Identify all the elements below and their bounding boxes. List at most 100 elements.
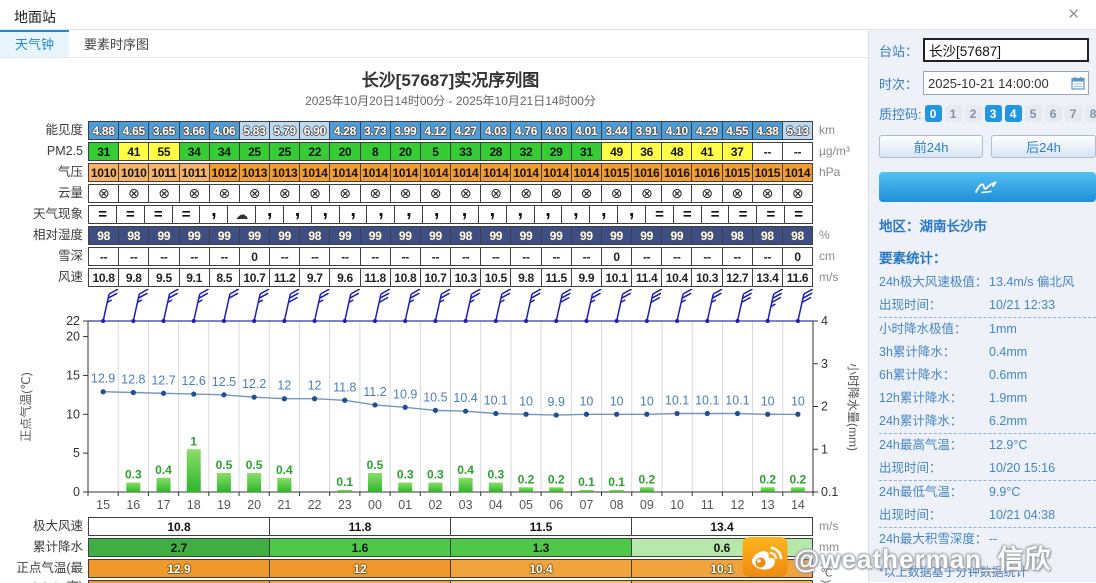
table-row-cloud: 云量 ⊗ ⊗ ⊗ ⊗ ⊗ ⊗ ⊗ ⊗ ⊗ ⊗ ⊗ ⊗ ⊗ ⊗ ⊗ ⊗ ⊗ ⊗ ⊗ ⊗ ⊗ ⊗ ⊗ ⊗	[2, 184, 868, 203]
temp-label: 12.7	[151, 373, 175, 387]
qc-code-button-2[interactable]: 2	[964, 105, 982, 122]
stat-value: 13.4m/s 偏北风	[989, 275, 1075, 289]
stat-value: 1mm	[989, 322, 1017, 336]
table-cell-humidity: 98	[781, 226, 814, 245]
table-cell-snow: --	[721, 247, 753, 266]
qc-code-button-1[interactable]: 1	[944, 105, 962, 122]
stat-row: 3h累计降水： 0.4mm	[879, 341, 1096, 364]
table-cell-humidity: 98	[721, 226, 753, 245]
temp-point	[130, 389, 136, 396]
row-unit	[813, 184, 865, 203]
table-cell-pressure: 1014	[781, 163, 814, 182]
table-cell-snow: --	[359, 247, 391, 266]
temp-label: 12.9	[91, 372, 115, 386]
stat-value: 10/20 15:16	[989, 461, 1056, 475]
table-cell-cloud: ⊗	[600, 184, 633, 203]
table-cell-cloud: ⊗	[540, 184, 572, 203]
precip-bar	[458, 477, 473, 492]
table-cell-wind: 9.7	[299, 268, 331, 287]
qc-code-button-5[interactable]: 5	[1024, 105, 1042, 122]
table-cell-visibility: 4.01	[570, 121, 602, 140]
table-cell-weather: ,	[255, 205, 284, 224]
table-cell-weather: ,	[338, 205, 368, 224]
qc-code-button-7[interactable]: 7	[1064, 105, 1082, 122]
table-cell-pm25: 33	[450, 142, 482, 161]
stat-value: 10/21 04:38	[989, 508, 1056, 522]
table-cell-snow: --	[510, 247, 542, 266]
table-cell-weather: ,	[477, 205, 507, 224]
table-cell-cloud: ⊗	[419, 184, 452, 203]
table-cell-cloud: ⊗	[118, 184, 150, 203]
temp-point	[402, 404, 408, 410]
temp-label: 10	[761, 394, 775, 408]
svg-text:21: 21	[277, 498, 291, 512]
table-cell-wind: 11.4	[631, 268, 663, 287]
table-cell-wind: 9.8	[118, 268, 150, 287]
temp-label: 10.1	[725, 393, 749, 407]
precip-label: 0.1	[578, 475, 595, 489]
app: { "window": { "title": "地面站" }, "tabs": …	[0, 0, 1096, 583]
region-text: 地区：湖南长沙市	[879, 219, 987, 234]
table-cell-pressure: 1016	[661, 163, 693, 182]
table-cell-snow: --	[450, 247, 482, 266]
table-cell-snow: --	[269, 247, 301, 266]
summary-cell: 10.1	[631, 559, 813, 578]
summary-row-label: 累计降水	[32, 540, 83, 554]
plot-button[interactable]	[879, 172, 1096, 202]
tab-weather-clock[interactable]: 天气钟	[0, 30, 70, 57]
stat-label: 6h累计降水：	[879, 368, 956, 382]
qc-code-button-4[interactable]: 4	[1004, 105, 1022, 122]
summary-temp-unit: (℃)	[820, 563, 832, 583]
prev-24h-button[interactable]: 前24h	[879, 135, 984, 158]
table-cell-weather: ,	[282, 205, 312, 224]
close-icon[interactable]: ✕	[1067, 5, 1080, 23]
svg-text:20: 20	[247, 498, 261, 512]
qc-code-button-8[interactable]: 8	[1084, 105, 1096, 122]
table-cell-wind: 10.5	[480, 268, 512, 287]
stats-footnote: *以上数据基于分钟数据统计	[879, 565, 1028, 579]
svg-text:15: 15	[66, 368, 80, 382]
precip-label: 0.3	[487, 468, 504, 482]
temp-point	[251, 394, 257, 400]
temp-point	[644, 411, 650, 417]
temp-label: 10.1	[695, 393, 719, 407]
row-unit	[813, 205, 865, 224]
table-cell-weather: ,	[617, 205, 646, 224]
row-unit: km	[819, 123, 835, 137]
table-cell-snow: --	[329, 247, 361, 266]
table-cell-wind: 10.8	[88, 268, 120, 287]
table-cell-visibility: 4.28	[329, 121, 361, 140]
chart-subtitle: 2025年10月20日14时00分 - 2025年10月21日14时00分	[305, 94, 596, 108]
qc-code-button-0[interactable]: 0	[924, 105, 942, 122]
temp-label: 9.9	[548, 395, 565, 409]
stat-row: 6h累计降水： 0.6mm	[879, 364, 1096, 387]
qc-code-button-6[interactable]: 6	[1044, 105, 1062, 122]
svg-text:14: 14	[791, 498, 805, 512]
summary-row-label: 正点气温(最高)	[16, 561, 83, 583]
svg-text:22: 22	[308, 498, 322, 512]
time-input[interactable]	[923, 71, 1089, 95]
temp-label: 10	[579, 394, 593, 408]
qc-code-button-3[interactable]: 3	[984, 105, 1002, 122]
wind-barbs	[101, 289, 814, 323]
table-cell-visibility: 4.76	[510, 121, 542, 140]
table-cell-pressure: 1011	[148, 163, 180, 182]
row-label-weather: 天气现象	[32, 207, 83, 221]
svg-text:07: 07	[579, 498, 593, 512]
station-input[interactable]	[923, 38, 1089, 62]
svg-text:02: 02	[428, 498, 442, 512]
calendar-icon[interactable]	[1071, 76, 1085, 90]
table-cell-wind: 9.8	[510, 268, 542, 287]
temp-series: 12.9 12.8 12.7 12.6 12.5 12.2 12 12 11.8 11.2 10.9…	[91, 372, 805, 418]
next-24h-button[interactable]: 后24h	[991, 135, 1096, 158]
tab-element-timeseries[interactable]: 要素时序图	[69, 30, 164, 57]
table-cell-weather: =	[88, 205, 117, 224]
table-cell-wind: 11.2	[269, 268, 301, 287]
table-cell-pm25: 32	[510, 142, 542, 161]
left-axis-title: 正点气温(℃)	[18, 372, 33, 441]
table-cell-visibility: 3.73	[359, 121, 391, 140]
temp-label: 12.6	[182, 374, 206, 388]
table-cell-cloud: ⊗	[208, 184, 240, 203]
table-cell-snow: --	[570, 247, 602, 266]
table-cell-cloud: ⊗	[178, 184, 210, 203]
